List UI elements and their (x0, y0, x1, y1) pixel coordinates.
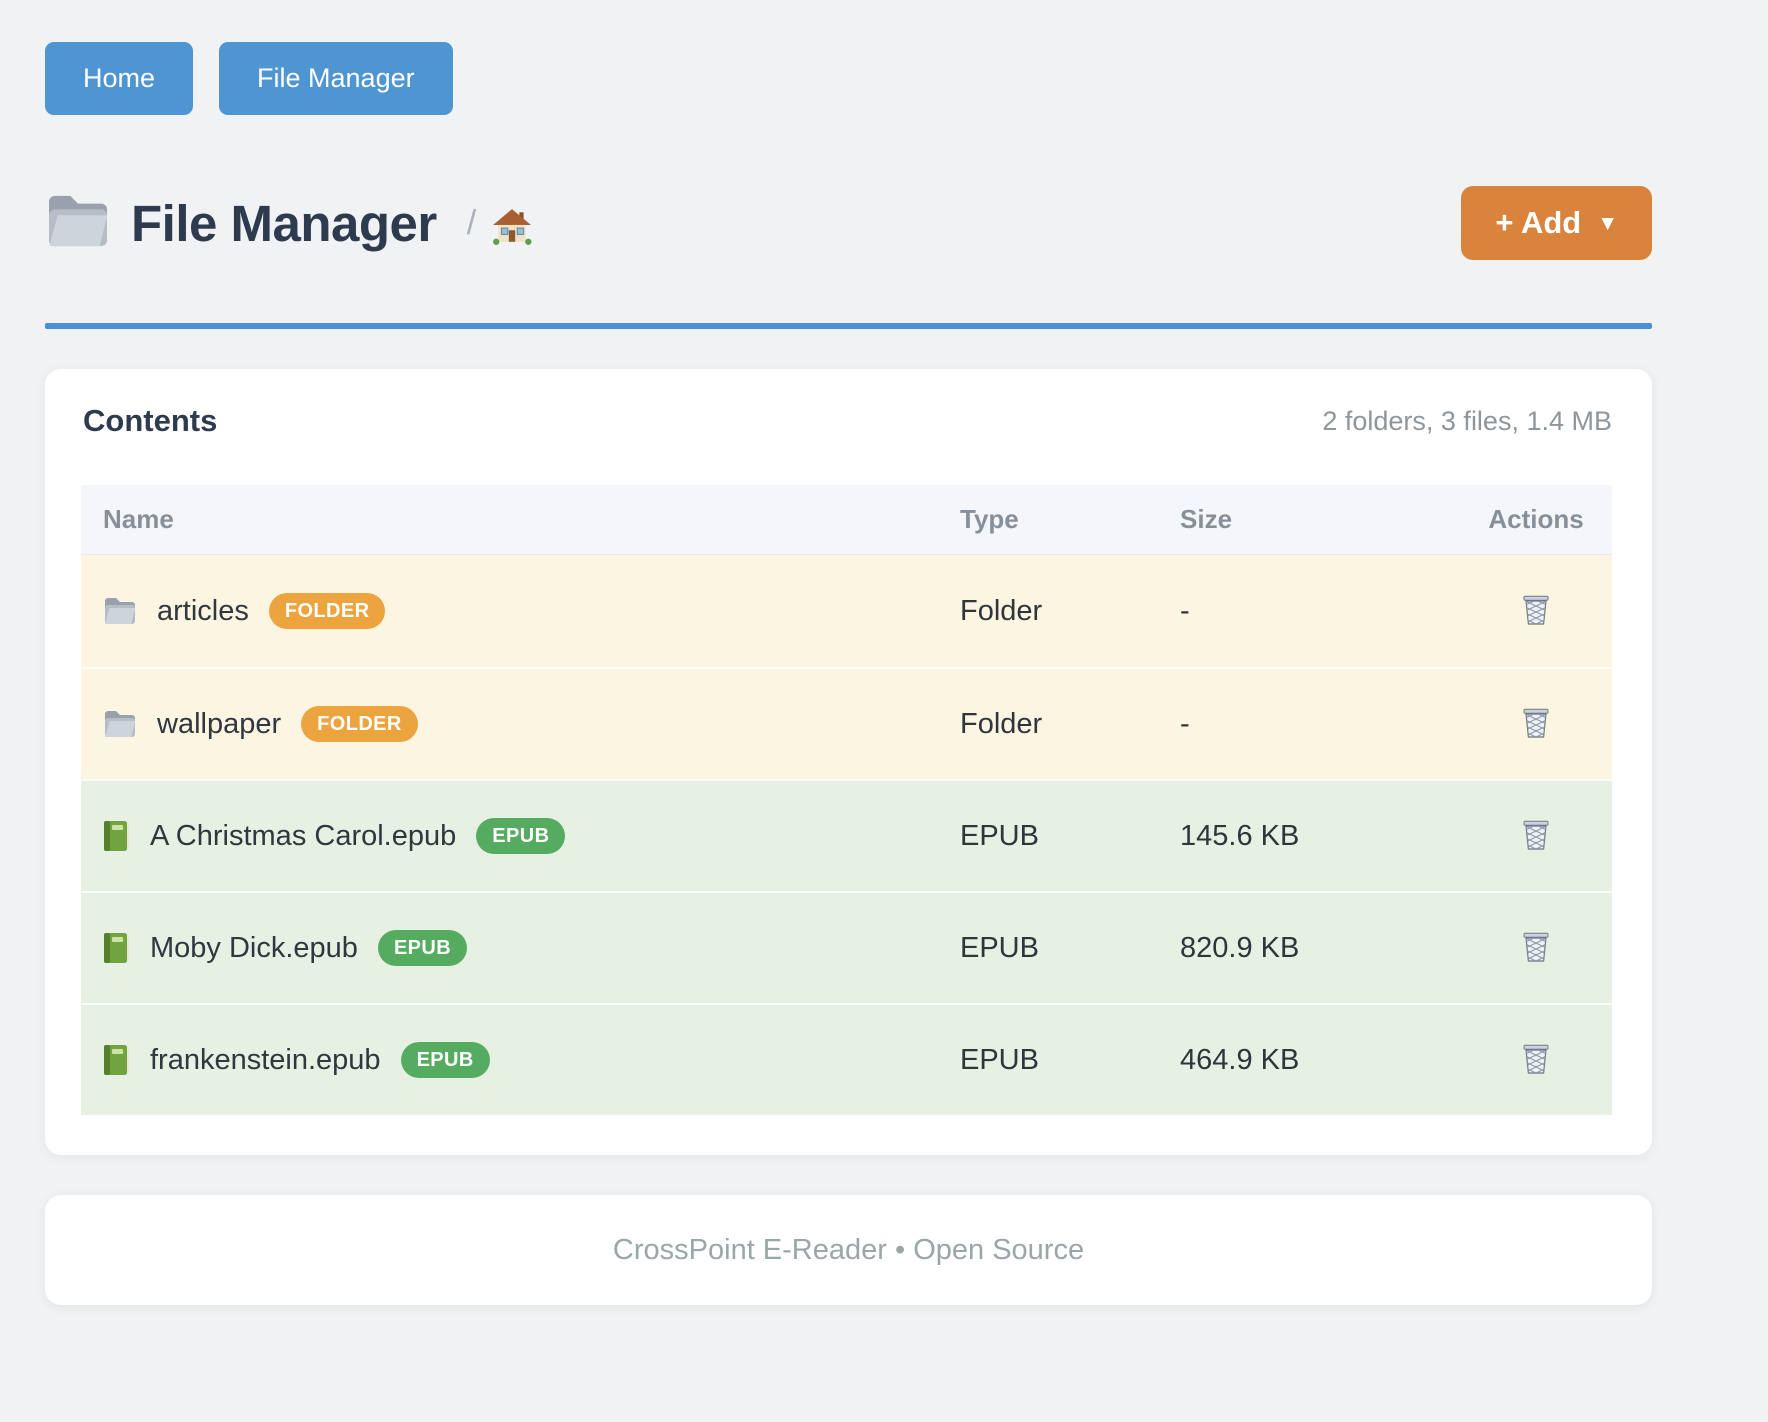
contents-summary: 2 folders, 3 files, 1.4 MB (1322, 406, 1612, 437)
file-link[interactable]: frankenstein.epub EPUB (103, 1042, 960, 1078)
top-nav: Home File Manager (45, 42, 1652, 115)
contents-card: Contents 2 folders, 3 files, 1.4 MB Name… (45, 369, 1652, 1155)
delete-button[interactable] (1515, 589, 1557, 634)
delete-button[interactable] (1515, 1038, 1557, 1083)
contents-heading: Contents (83, 403, 217, 439)
table-row: wallpaper FOLDER Folder - (81, 667, 1612, 779)
file-table: Name Type Size Actions articles (81, 485, 1612, 1115)
book-icon (103, 1044, 130, 1076)
type-badge: EPUB (476, 818, 565, 854)
file-type: EPUB (960, 820, 1180, 853)
title-divider (45, 323, 1652, 329)
table-row: A Christmas Carol.epub EPUB EPUB 145.6 K… (81, 779, 1612, 891)
footer: CrossPoint E-Reader • Open Source (45, 1195, 1652, 1305)
file-name: frankenstein.epub (150, 1044, 381, 1077)
file-size: 820.9 KB (1180, 932, 1460, 965)
column-header-size: Size (1180, 504, 1460, 535)
column-header-name: Name (81, 504, 960, 535)
delete-button[interactable] (1515, 814, 1557, 859)
nav-home-button[interactable]: Home (45, 42, 193, 115)
file-link[interactable]: A Christmas Carol.epub EPUB (103, 818, 960, 854)
file-size: - (1180, 708, 1460, 741)
type-badge: FOLDER (269, 593, 386, 629)
breadcrumb-separator: / (467, 204, 476, 243)
trash-icon (1519, 930, 1553, 967)
type-badge: EPUB (401, 1042, 490, 1078)
delete-button[interactable] (1515, 702, 1557, 747)
card-header: Contents 2 folders, 3 files, 1.4 MB (81, 403, 1612, 439)
page-title: File Manager (131, 194, 437, 253)
type-badge: FOLDER (301, 706, 418, 742)
nav-file-manager-button[interactable]: File Manager (219, 42, 453, 115)
file-size: 464.9 KB (1180, 1044, 1460, 1077)
folder-icon (103, 596, 137, 626)
type-badge: EPUB (378, 930, 467, 966)
file-size: 145.6 KB (1180, 820, 1460, 853)
trash-icon (1519, 706, 1553, 743)
page: Home File Manager File Manager / (45, 42, 1652, 1305)
breadcrumb: File Manager / (45, 192, 532, 255)
file-link[interactable]: articles FOLDER (103, 593, 960, 629)
book-icon (103, 820, 130, 852)
table-row: articles FOLDER Folder - (81, 555, 1612, 667)
column-header-type: Type (960, 504, 1180, 535)
footer-text: CrossPoint E-Reader • Open Source (613, 1234, 1084, 1267)
caret-down-icon: ▼ (1597, 212, 1618, 236)
file-name: Moby Dick.epub (150, 932, 358, 965)
file-link[interactable]: wallpaper FOLDER (103, 706, 960, 742)
add-button-label: + Add (1495, 205, 1581, 241)
folder-icon (45, 192, 111, 255)
file-size: - (1180, 595, 1460, 628)
column-header-actions: Actions (1460, 504, 1612, 535)
table-row: frankenstein.epub EPUB EPUB 464.9 KB (81, 1003, 1612, 1115)
table-header-row: Name Type Size Actions (81, 485, 1612, 555)
file-type: EPUB (960, 1044, 1180, 1077)
trash-icon (1519, 818, 1553, 855)
table-row: Moby Dick.epub EPUB EPUB 820.9 KB (81, 891, 1612, 1003)
trash-icon (1519, 593, 1553, 630)
file-name: wallpaper (157, 708, 281, 741)
file-type: Folder (960, 595, 1180, 628)
trash-icon (1519, 1042, 1553, 1079)
add-button[interactable]: + Add ▼ (1461, 186, 1652, 260)
home-icon[interactable] (492, 207, 532, 250)
title-row: File Manager / + Add ▼ (45, 181, 1652, 265)
folder-icon (103, 709, 137, 739)
file-name: A Christmas Carol.epub (150, 820, 456, 853)
file-type: Folder (960, 708, 1180, 741)
file-type: EPUB (960, 932, 1180, 965)
file-link[interactable]: Moby Dick.epub EPUB (103, 930, 960, 966)
file-name: articles (157, 595, 249, 628)
book-icon (103, 932, 130, 964)
delete-button[interactable] (1515, 926, 1557, 971)
